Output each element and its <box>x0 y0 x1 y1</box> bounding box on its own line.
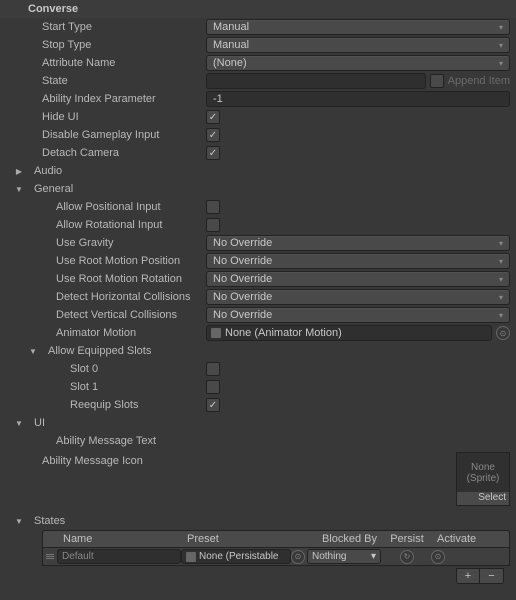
reequip-checkbox[interactable] <box>206 398 220 412</box>
equipped-slots-foldout[interactable]: ▼ Allow Equipped Slots <box>0 342 516 360</box>
reequip-label: Reequip Slots <box>14 399 206 411</box>
stop-type-dropdown[interactable]: Manual▾ <box>206 37 510 53</box>
sprite-select-button[interactable]: Select <box>457 492 509 505</box>
slot0-label: Slot 0 <box>14 363 206 375</box>
slot1-checkbox[interactable] <box>206 380 220 394</box>
append-item-label: Append Item <box>448 75 510 87</box>
state-name-input[interactable]: Default <box>57 549 181 564</box>
allow-rot-checkbox[interactable] <box>206 218 220 232</box>
start-type-label: Start Type <box>14 21 206 33</box>
sprite-picker[interactable]: None (Sprite) Select <box>456 452 510 506</box>
chevron-down-icon: ▼ <box>14 517 24 526</box>
slot1-label: Slot 1 <box>14 381 206 393</box>
stop-type-label: Stop Type <box>14 39 206 51</box>
object-icon <box>186 552 196 562</box>
detect-v-label: Detect Vertical Collisions <box>14 309 206 321</box>
object-picker-button[interactable]: ⊙ <box>496 326 510 340</box>
slot0-checkbox[interactable] <box>206 362 220 376</box>
root-pos-dropdown[interactable]: No Override▾ <box>206 253 510 269</box>
hide-ui-label: Hide UI <box>14 111 206 123</box>
col-activate: Activate <box>431 533 509 545</box>
object-icon <box>211 328 221 338</box>
use-gravity-dropdown[interactable]: No Override▾ <box>206 235 510 251</box>
add-state-button[interactable]: + <box>456 568 480 584</box>
attribute-name-label: Attribute Name <box>14 57 206 69</box>
root-rot-dropdown[interactable]: No Override▾ <box>206 271 510 287</box>
general-foldout[interactable]: ▼ General <box>0 180 516 198</box>
states-foldout[interactable]: ▼ States <box>0 512 516 530</box>
col-name: Name <box>57 533 181 545</box>
root-rot-label: Use Root Motion Rotation <box>14 273 206 285</box>
col-persist: Persist <box>383 533 431 545</box>
disable-gameplay-checkbox[interactable] <box>206 128 220 142</box>
disable-gameplay-label: Disable Gameplay Input <box>14 129 206 141</box>
hide-ui-checkbox[interactable] <box>206 110 220 124</box>
sprite-none-label: None (Sprite) <box>457 453 509 492</box>
attribute-name-dropdown[interactable]: (None)▾ <box>206 55 510 71</box>
chevron-right-icon: ▶ <box>14 167 24 176</box>
chevron-down-icon: ▼ <box>14 185 24 194</box>
activate-button[interactable]: ⊙ <box>431 550 445 564</box>
preset-picker-button[interactable]: ⊙ <box>291 550 305 564</box>
remove-state-button[interactable]: − <box>480 568 504 584</box>
detach-camera-label: Detach Camera <box>14 147 206 159</box>
animator-motion-label: Animator Motion <box>14 327 206 339</box>
audio-foldout[interactable]: ▶ Audio <box>0 162 516 180</box>
start-type-dropdown[interactable]: Manual▾ <box>206 19 510 35</box>
root-pos-label: Use Root Motion Position <box>14 255 206 267</box>
detect-v-dropdown[interactable]: No Override▾ <box>206 307 510 323</box>
detach-camera-checkbox[interactable] <box>206 146 220 160</box>
col-preset: Preset <box>181 533 291 545</box>
drag-handle-icon[interactable] <box>43 554 57 559</box>
table-row[interactable]: Default None (Persistable ⊙ Nothing▾ ↻ ⊙ <box>42 548 510 566</box>
state-label: State <box>14 75 206 87</box>
allow-rot-label: Allow Rotational Input <box>14 219 206 231</box>
chevron-down-icon: ▼ <box>14 419 24 428</box>
use-gravity-label: Use Gravity <box>14 237 206 249</box>
states-table: Name Preset Blocked By Persist Activate … <box>42 530 510 586</box>
ability-index-input[interactable]: -1 <box>206 91 510 107</box>
ui-foldout[interactable]: ▼ UI <box>0 414 516 432</box>
message-text-label: Ability Message Text <box>14 435 206 447</box>
detect-h-dropdown[interactable]: No Override▾ <box>206 289 510 305</box>
ability-index-label: Ability Index Parameter <box>14 93 206 105</box>
blocked-by-dropdown[interactable]: Nothing▾ <box>307 549 381 564</box>
message-icon-label: Ability Message Icon <box>0 452 192 470</box>
animator-motion-field[interactable]: None (Animator Motion) <box>206 325 492 341</box>
chevron-down-icon: ▼ <box>28 347 38 356</box>
section-converse-header: Converse <box>0 0 516 18</box>
persist-button[interactable]: ↻ <box>400 550 414 564</box>
allow-pos-checkbox[interactable] <box>206 200 220 214</box>
col-blocked: Blocked By <box>291 533 383 545</box>
states-header-row: Name Preset Blocked By Persist Activate <box>42 530 510 548</box>
state-input[interactable] <box>206 73 426 89</box>
header-title: Converse <box>28 3 78 15</box>
append-item-checkbox[interactable] <box>430 74 444 88</box>
detect-h-label: Detect Horizontal Collisions <box>14 291 206 303</box>
state-preset-field[interactable]: None (Persistable <box>181 549 291 564</box>
allow-pos-label: Allow Positional Input <box>14 201 206 213</box>
